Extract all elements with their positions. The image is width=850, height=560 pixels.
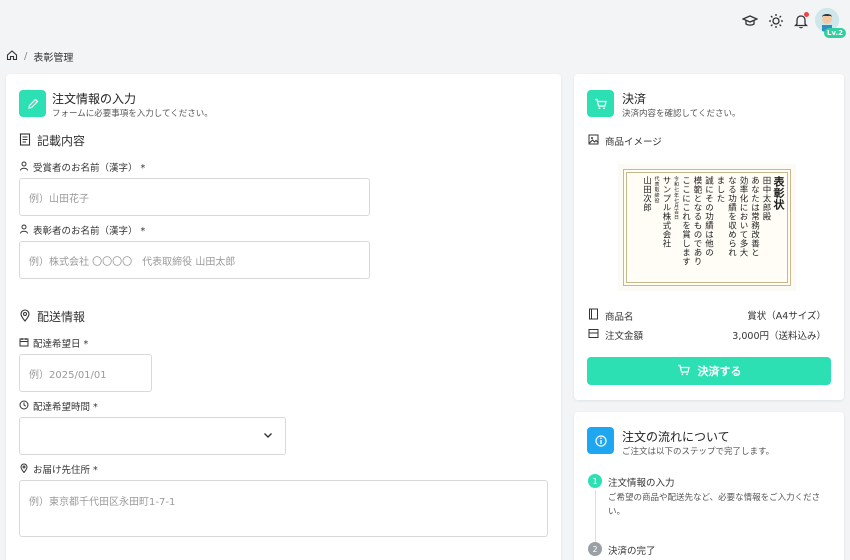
notification-dot: [804, 12, 809, 17]
user-icon: [19, 224, 29, 237]
flow-subtitle: ご注文は以下のステップで完了します。: [622, 447, 775, 457]
product-name-value: 賞状（A4サイズ）: [747, 311, 826, 322]
sun-icon[interactable]: [767, 12, 785, 30]
delivery-date-placeholder: 例）2025/01/01: [29, 369, 107, 381]
certificate-body-line: ここにこれを賞します: [680, 176, 691, 266]
cart-icon: [587, 90, 614, 117]
order-flow-card: 注文の流れについて ご注文は以下のステップで完了します。 1 注文情報の入力 ご…: [574, 412, 844, 560]
address-label: お届け先住所 *: [19, 462, 98, 476]
presenter-name-placeholder: 例）株式会社 〇〇〇〇 代表取締役 山田太郎: [29, 256, 236, 268]
certificate-text: 表彰状 田中太郎殿 あなたは常務改善と 効率化において多大 なる功績を収められ …: [630, 176, 786, 279]
step-number: 1: [588, 474, 602, 488]
entry-section-label: 記載内容: [37, 134, 86, 148]
presenter-label-text: 表彰者のお名前（漢字） *: [33, 226, 146, 237]
presenter-label: 表彰者のお名前（漢字） *: [19, 223, 145, 237]
calendar-icon: [19, 337, 29, 350]
image-icon: [588, 134, 599, 148]
payment-subtitle: 決済内容を確認してください。: [622, 109, 741, 119]
step-number: 2: [588, 542, 602, 556]
payment-title: 決済: [622, 92, 647, 106]
delivery-address-placeholder: 例）東京都千代田区永田町1-7-1: [29, 497, 176, 508]
pay-button[interactable]: 決済する: [587, 357, 831, 385]
top-bar: Lv.2: [0, 0, 850, 42]
time-label-text: 配達希望時間 *: [33, 402, 98, 413]
certificate-body-line: ました: [715, 176, 725, 203]
order-form-card: 注文情報の入力 フォームに必要事項を入力してください。 記載内容 受賞者のお名前…: [6, 74, 561, 560]
flow-title: 注文の流れについて: [622, 430, 730, 444]
delivery-address-textarea[interactable]: 例）東京都千代田区永田町1-7-1: [19, 480, 548, 537]
info-icon: [587, 427, 614, 454]
user-icon: [19, 161, 29, 174]
product-name-label: 商品名: [588, 308, 634, 323]
order-amount-value: 3,000円（送料込み）: [732, 331, 826, 342]
home-icon[interactable]: [6, 49, 18, 64]
date-label-text: 配達希望日 *: [33, 339, 89, 350]
delivery-section-label: 配送情報: [37, 310, 86, 324]
delivery-date-input[interactable]: 例）2025/01/01: [19, 354, 152, 392]
breadcrumb-separator: /: [24, 50, 28, 62]
certificate-body-line: 効率化において多大: [738, 176, 748, 257]
pay-button-label: 決済する: [697, 366, 742, 378]
recipient-label: 受賞者のお名前（漢字） *: [19, 160, 145, 174]
recipient-label-text: 受賞者のお名前（漢字） *: [33, 163, 146, 174]
product-name-label-text: 商品名: [605, 311, 634, 323]
step-title: 決済の完了: [608, 546, 656, 557]
time-label: 配達希望時間 *: [19, 399, 98, 413]
clock-icon: [19, 400, 29, 413]
delivery-section-title: 配送情報: [19, 308, 85, 325]
order-amount-label-text: 注文金額: [605, 331, 644, 342]
product-image-label-text: 商品イメージ: [605, 137, 662, 148]
level-badge: Lv.2: [824, 28, 846, 38]
location-pin-icon: [19, 308, 31, 325]
certificate-body-line: 模範となるものであり: [692, 176, 702, 266]
step-title: 注文情報の入力: [608, 478, 675, 489]
certificate-signer-title: 代表取締役: [653, 176, 660, 204]
certificate-signer: 山田次郎: [641, 176, 652, 212]
location-pin-icon: [19, 462, 29, 476]
cart-icon: [677, 364, 690, 379]
product-image-label: 商品イメージ: [588, 134, 662, 148]
graduation-cap-icon[interactable]: [741, 12, 759, 30]
certificate-date: 令和七年七月吉日: [673, 176, 679, 220]
certificate-company: サンプル株式会社: [661, 176, 671, 248]
certificate-body-line: あなたは常務改善と: [749, 176, 760, 257]
breadcrumb: / 表彰管理: [6, 49, 73, 64]
certificate-body-line: なる功績を収められ: [726, 176, 737, 257]
certificate-title: 表彰状: [772, 176, 785, 211]
recipient-name-input[interactable]: 例）山田花子: [19, 178, 370, 216]
pencil-icon: [19, 90, 46, 117]
recipient-name-placeholder: 例）山田花子: [29, 193, 89, 205]
certificate-image: 表彰状 田中太郎殿 あなたは常務改善と 効率化において多大 なる功績を収められ …: [618, 164, 796, 291]
entry-section-title: 記載内容: [19, 132, 85, 149]
receipt-icon: [588, 328, 599, 342]
book-icon: [588, 308, 599, 323]
payment-card: 決済 決済内容を確認してください。 商品イメージ 表彰状 田中太郎殿 あなたは常…: [574, 74, 844, 400]
address-label-text: お届け先住所 *: [33, 465, 98, 476]
step-description: ご希望の商品や配送先など、必要な情報をご入力ください。: [608, 493, 821, 517]
certificate-recipient: 田中太郎殿: [761, 176, 771, 221]
certificate-body-line: 誠にその功績は他の: [703, 176, 714, 257]
chevron-down-icon: [263, 431, 273, 442]
order-form-subtitle: フォームに必要事項を入力してください。: [52, 109, 213, 119]
step-connector: [595, 490, 596, 542]
delivery-time-select[interactable]: [19, 417, 286, 455]
order-amount-label: 注文金額: [588, 328, 643, 342]
breadcrumb-current[interactable]: 表彰管理: [33, 49, 73, 64]
date-label: 配達希望日 *: [19, 336, 88, 350]
presenter-name-input[interactable]: 例）株式会社 〇〇〇〇 代表取締役 山田太郎: [19, 241, 370, 279]
document-icon: [19, 132, 31, 149]
order-form-title: 注文情報の入力: [52, 92, 137, 106]
